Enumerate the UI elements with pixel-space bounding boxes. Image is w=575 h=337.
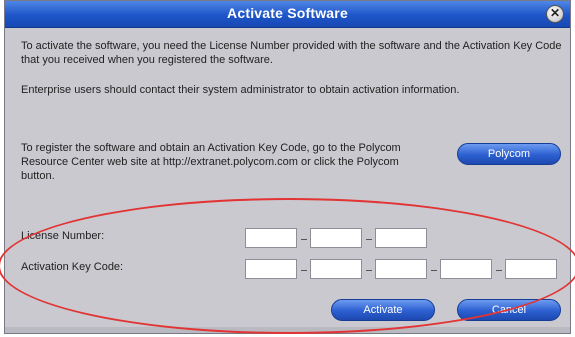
enterprise-text: Enterprise users should contact their sy… bbox=[21, 84, 460, 96]
titlebar[interactable]: Activate Software ✕ bbox=[5, 1, 570, 28]
intro-text: To activate the software, you need the L… bbox=[21, 40, 562, 66]
register-text: To register the software and obtain an A… bbox=[21, 142, 401, 182]
dialog-title: Activate Software bbox=[227, 5, 348, 21]
highlight-circle-annotation bbox=[0, 198, 575, 334]
close-icon[interactable]: ✕ bbox=[546, 5, 564, 23]
polycom-button[interactable]: Polycom bbox=[457, 143, 561, 165]
